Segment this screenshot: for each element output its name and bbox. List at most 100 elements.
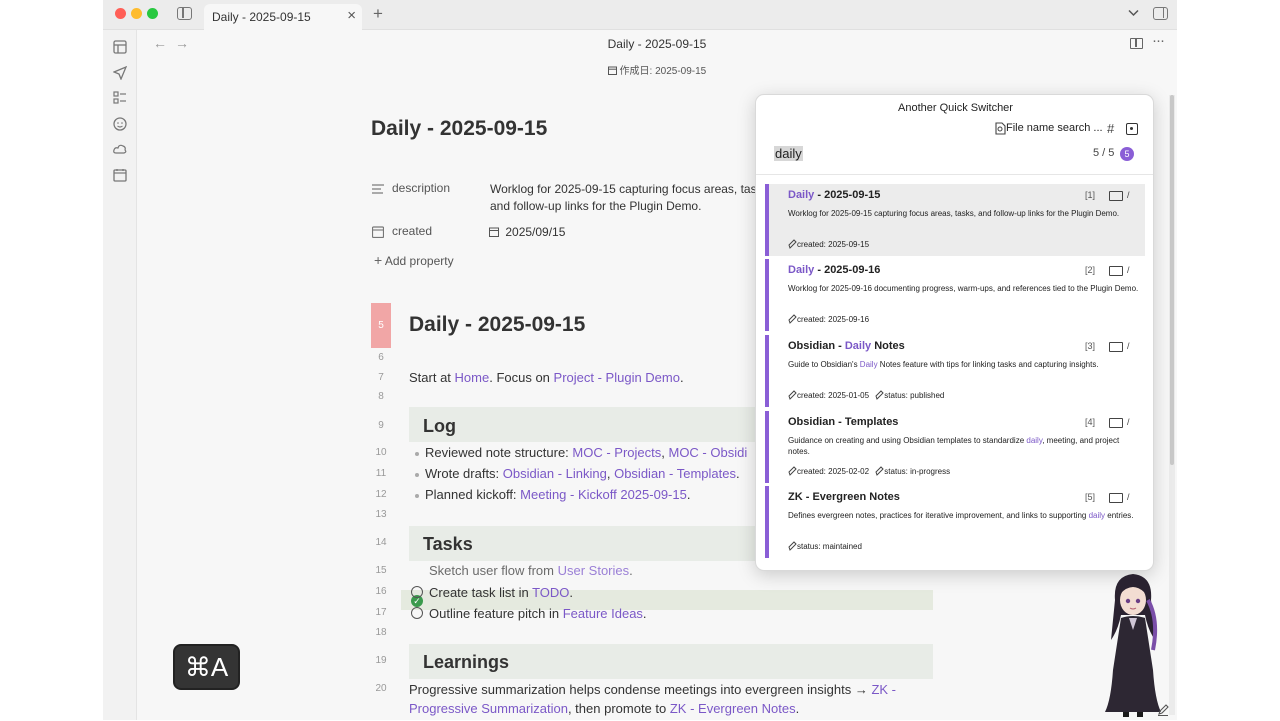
feature-ideas-link[interactable]: Feature Ideas [563,606,643,621]
search-mode-label[interactable]: File name search ... [1006,122,1103,134]
text: Wrote drafts: [425,466,503,481]
result-item[interactable]: ZK - Evergreen Notes [5] / Defines everg… [765,486,1145,558]
zoom-window-button[interactable] [147,8,158,19]
user-stories-link[interactable]: User Stories [558,563,630,578]
line-number: 12 [375,489,387,500]
bullet [415,473,419,477]
result-meta: created: 2025-09-15 [788,239,869,249]
property-key-created[interactable]: created [392,224,432,238]
progressive-summarization-link[interactable]: Progressive Summarization [409,701,568,716]
tab-close-icon[interactable]: × [347,7,356,24]
edit-pencil-icon[interactable] [1157,703,1169,716]
calendar-small-icon [607,66,617,75]
bullet [415,494,419,498]
tab-active-note[interactable]: Daily - 2025-09-15 × [204,4,362,30]
right-sidebar-toggle-icon[interactable] [1153,7,1168,20]
result-item[interactable]: Obsidian - Templates [4] / Guidance on c… [765,411,1145,483]
property-value-description[interactable]: Worklog for 2025-09-15 capturing focus a… [490,181,780,215]
zk-link[interactable]: ZK - [871,682,896,697]
result-item[interactable]: Daily - 2025-09-16 [2] / Worklog for 202… [765,259,1145,331]
meta-created: created: 2025-09-15 [797,240,870,249]
result-title: Daily - 2025-09-16 [788,264,880,276]
date-icon [489,227,499,237]
bullet [415,452,419,456]
folder-path: / [1127,341,1130,351]
result-title: ZK - Evergreen Notes [788,491,900,503]
result-index: [4] [1085,417,1096,427]
heading-1[interactable]: Daily - 2025-09-15 [409,313,585,337]
plus-icon: + [374,252,383,268]
folder-icon [1109,493,1123,503]
more-options-icon[interactable]: ··· [1152,32,1165,49]
tag-icon [788,541,797,551]
hash-icon[interactable]: # [1107,121,1114,136]
tag-icon [788,314,797,324]
task-checkbox-icon[interactable] [411,586,423,598]
left-sidebar-toggle-icon[interactable] [177,7,192,20]
moc-obsidian-link[interactable]: MOC - Obsidi [668,445,747,460]
todo-link[interactable]: TODO [532,585,569,600]
result-item[interactable]: Daily - 2025-09-15 [1] / Worklog for 202… [765,184,1145,256]
cloud-icon[interactable] [113,142,127,156]
minimize-window-button[interactable] [131,8,142,19]
send-icon[interactable] [112,65,128,81]
result-description: Defines evergreen notes, practices for i… [788,510,1143,521]
meta-status: status: in-progress [884,467,951,476]
line-number: 19 [375,655,387,666]
meta-status: status: published [884,391,945,400]
zk-evergreen-notes-link[interactable]: ZK - Evergreen Notes [670,701,796,716]
log-item: Planned kickoff: Meeting - Kickoff 2025-… [425,487,690,502]
property-key-description[interactable]: description [392,181,450,195]
inline-title[interactable]: Daily - 2025-09-15 [371,117,547,141]
result-index: [3] [1085,341,1096,351]
search-input[interactable]: daily [774,146,803,161]
list-icon[interactable] [113,91,127,105]
text: entries. [1105,511,1134,520]
property-value-created[interactable]: 2025/09/15 [489,224,779,241]
file-search-icon[interactable] [995,122,1006,135]
text: Planned kickoff: [425,487,521,502]
layout-icon[interactable] [113,40,127,54]
folder-icon [1109,418,1123,428]
calendar-icon[interactable] [113,168,127,182]
add-property-button[interactable]: + Add property [374,252,454,268]
text: Progressive summarization helps condense… [409,682,872,697]
reading-view-icon[interactable] [1130,38,1143,49]
face-icon[interactable] [113,117,127,131]
line-number: 18 [375,627,387,638]
preview-icon[interactable] [1126,123,1138,135]
task-checkbox-icon[interactable] [411,607,423,619]
new-tab-icon[interactable]: + [373,4,383,24]
line-number: 9 [378,420,384,431]
ribbon [103,30,137,720]
task-item: Create task list in TODO. [429,585,573,600]
highlight: Daily [844,340,872,352]
highlight: daily [1026,436,1043,445]
close-window-button[interactable] [115,8,126,19]
result-item[interactable]: Obsidian - Daily Notes [3] / Guide to Ob… [765,335,1145,407]
divider [756,174,1153,175]
log-heading[interactable]: Log [423,416,456,437]
folder-icon [1109,342,1123,352]
scrollbar-thumb[interactable] [1170,95,1174,465]
learnings-line: Progressive summarization helps condense… [409,682,896,697]
tasks-heading[interactable]: Tasks [423,534,473,555]
text: . [629,563,633,578]
mascot-character-illustration [1105,574,1161,717]
moc-projects-link[interactable]: MOC - Projects [572,445,661,460]
folder-path: / [1127,417,1130,427]
text: , then promote to [567,701,670,716]
obsidian-linking-link[interactable]: Obsidian - Linking [503,466,607,481]
tab-list-chevron-icon[interactable] [1128,6,1139,20]
project-plugin-demo-link[interactable]: Project - Plugin Demo [554,370,680,385]
result-title: Obsidian - Templates [788,416,899,428]
text: - 2025-09-16 [814,264,881,276]
tag-icon [875,466,885,476]
highlight: daily [1088,511,1106,520]
obsidian-templates-link[interactable]: Obsidian - Templates [614,466,736,481]
line-number: 14 [375,537,387,548]
home-link[interactable]: Home [455,370,490,385]
result-meta: created: 2025-01-05 status: published [788,390,944,400]
meeting-kickoff-link[interactable]: Meeting - Kickoff 2025-09-15 [520,487,687,502]
learnings-heading[interactable]: Learnings [423,652,509,673]
